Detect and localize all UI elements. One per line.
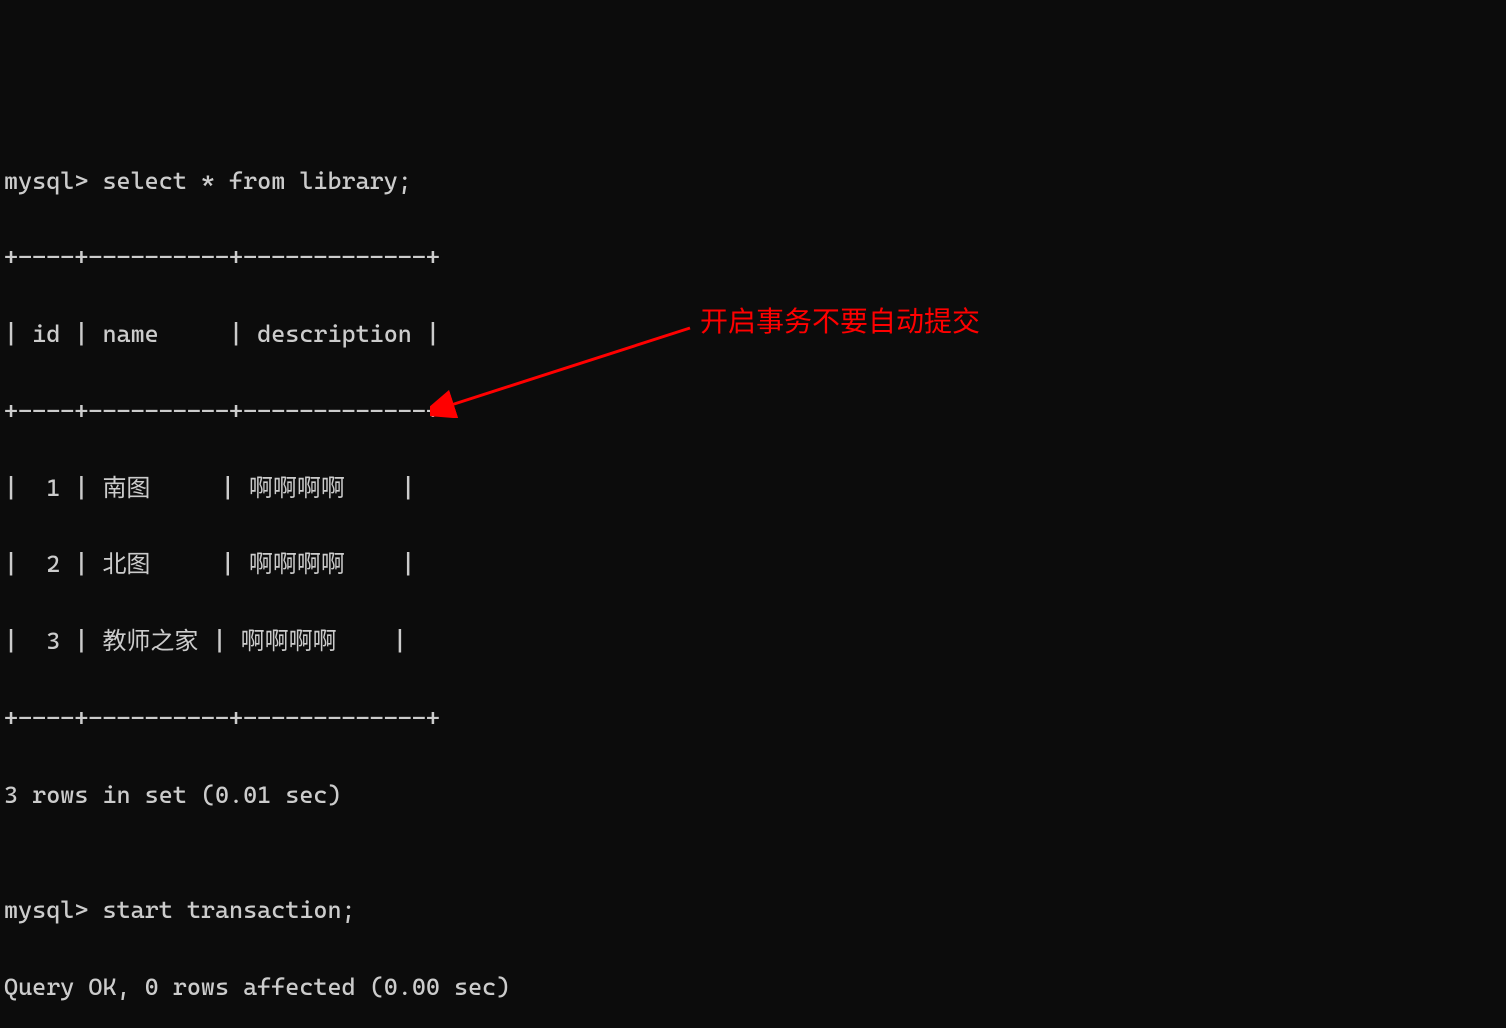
- mysql-select-command: mysql> select * from library;: [4, 162, 1502, 200]
- table-border-top: +----+----------+-------------+: [4, 238, 1502, 276]
- query-ok-result: Query OK, 0 rows affected (0.00 sec): [4, 968, 1502, 1006]
- annotation-text: 开启事务不要自动提交: [700, 300, 980, 345]
- mysql-start-transaction-command: mysql> start transaction;: [4, 891, 1502, 929]
- table-row: | 3 | 教师之家 | 啊啊啊啊 |: [4, 622, 1502, 660]
- table-row: | 1 | 南图 | 啊啊啊啊 |: [4, 469, 1502, 507]
- table-border-bottom: +----+----------+-------------+: [4, 699, 1502, 737]
- table-row: | 2 | 北图 | 啊啊啊啊 |: [4, 545, 1502, 583]
- table-border-header: +----+----------+-------------+: [4, 392, 1502, 430]
- result-summary: 3 rows in set (0.01 sec): [4, 776, 1502, 814]
